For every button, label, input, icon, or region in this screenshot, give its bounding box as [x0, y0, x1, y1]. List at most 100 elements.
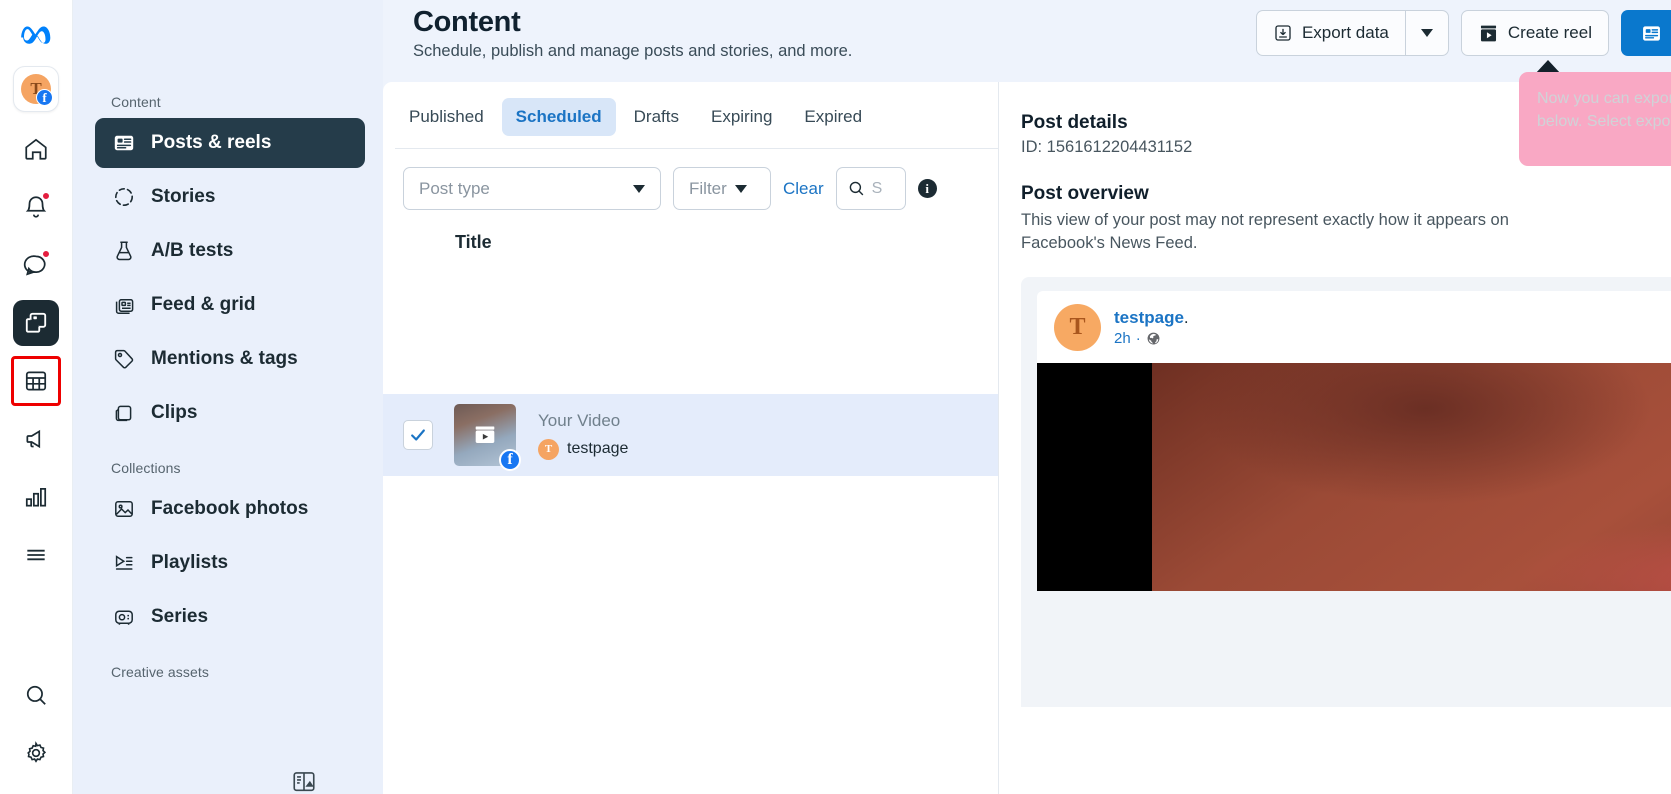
- table-icon: [25, 371, 47, 391]
- tab-scheduled[interactable]: Scheduled: [501, 98, 616, 136]
- table-empty-area: [383, 476, 998, 794]
- sidebar-item-playlists[interactable]: Playlists: [95, 538, 365, 588]
- filter-bar: Post type Filter Clear S i: [383, 149, 998, 210]
- tooltip-text: Now you can export data found in the tab…: [1537, 90, 1671, 130]
- rail-item-search[interactable]: [13, 672, 59, 718]
- post-media[interactable]: [1037, 362, 1671, 591]
- post-author-name[interactable]: testpage.: [1114, 308, 1189, 328]
- tab-bar: Published Scheduled Drafts Expiring Expi…: [383, 82, 998, 136]
- content-sidebar: Content Posts & reels Stories A/B tests …: [73, 0, 383, 794]
- post-author-name-text: testpage: [1114, 307, 1184, 327]
- post-thumbnail[interactable]: f: [454, 404, 521, 471]
- sidebar-section-content: Content: [111, 94, 161, 110]
- clips-icon: [111, 400, 137, 426]
- facebook-badge-icon: f: [499, 449, 521, 471]
- chevron-down-icon: [1420, 29, 1433, 37]
- create-post-icon: [1640, 22, 1663, 45]
- search-value: S: [871, 179, 883, 197]
- rail-item-ads[interactable]: [13, 416, 59, 462]
- tab-published[interactable]: Published: [395, 98, 498, 136]
- reel-icon: [1478, 23, 1499, 44]
- check-icon: [411, 429, 425, 441]
- info-icon[interactable]: i: [917, 179, 937, 198]
- posts-panel: Published Scheduled Drafts Expiring Expi…: [383, 82, 998, 394]
- icon-rail: T f: [0, 0, 73, 794]
- sidebar-item-series[interactable]: Series: [95, 592, 365, 642]
- facebook-post-card: T testpage. 2h ·: [1037, 290, 1671, 591]
- content-band: Published Scheduled Drafts Expiring Expi…: [383, 82, 1671, 794]
- sidebar-item-clips[interactable]: Clips: [95, 388, 365, 438]
- header-actions: Export data Create reel: [1255, 10, 1671, 56]
- sidebar-item-label: Series: [151, 606, 209, 627]
- bar-chart-icon: [25, 498, 32, 507]
- rail-item-home[interactable]: [13, 126, 59, 172]
- feed-grid-icon: [111, 292, 137, 318]
- ab-tests-icon: [111, 238, 137, 264]
- main-region: Content Schedule, publish and manage pos…: [383, 0, 1671, 794]
- globe-icon: [1146, 331, 1161, 346]
- avatar[interactable]: T f: [13, 66, 59, 112]
- rail-item-planner[interactable]: [11, 356, 61, 406]
- gear-icon: [31, 748, 41, 758]
- post-overview-heading: Post overview: [1021, 183, 1149, 204]
- download-icon: [1273, 23, 1293, 43]
- search-icon: [26, 685, 43, 702]
- sidebar-item-stories[interactable]: Stories: [95, 172, 365, 222]
- sidebar-item-label: Mentions & tags: [151, 348, 298, 369]
- sidebar-item-ab-tests[interactable]: A/B tests: [95, 226, 365, 276]
- export-tooltip: Now you can export data found in the tab…: [1519, 72, 1671, 166]
- sidebar-item-feed-grid[interactable]: Feed & grid: [95, 280, 365, 330]
- rail-item-settings[interactable]: [13, 730, 59, 776]
- filter-select[interactable]: Filter: [673, 167, 771, 210]
- meta-logo-icon[interactable]: [13, 10, 59, 56]
- rail-item-notifications[interactable]: [13, 184, 59, 230]
- chevron-down-icon: [633, 184, 645, 193]
- facebook-badge-icon: f: [36, 89, 53, 106]
- chat-bubble-icon: [23, 255, 46, 276]
- sidebar-item-label: Feed & grid: [151, 294, 256, 315]
- series-icon: [111, 604, 137, 630]
- rail-item-insights[interactable]: [13, 474, 59, 520]
- clear-filters-link[interactable]: Clear: [783, 179, 824, 199]
- export-data-group: Export data: [1255, 10, 1449, 56]
- creative-assets-icon[interactable]: [291, 770, 317, 792]
- tab-expiring[interactable]: Expiring: [697, 98, 786, 136]
- photo-icon: [111, 496, 137, 522]
- sidebar-section-creative-assets: Creative assets: [111, 664, 209, 680]
- chevron-down-icon: [734, 184, 747, 193]
- message-dot: [42, 250, 50, 258]
- sidebar-item-facebook-photos[interactable]: Facebook photos: [95, 484, 365, 534]
- post-author-avatar: T: [1054, 303, 1101, 351]
- tab-drafts[interactable]: Drafts: [620, 98, 693, 136]
- post-type-select[interactable]: Post type: [403, 167, 661, 210]
- post-preview-container: T testpage. 2h ·: [1021, 276, 1671, 707]
- app-root: T f Content Posts & reels Stories A/B te…: [0, 0, 1671, 794]
- sidebar-item-posts-reels[interactable]: Posts & reels: [95, 118, 365, 168]
- tab-expired[interactable]: Expired: [790, 98, 876, 136]
- sidebar-item-mentions-tags[interactable]: Mentions & tags: [95, 334, 365, 384]
- export-data-button[interactable]: Export data: [1255, 10, 1405, 56]
- home-icon: [25, 138, 47, 160]
- create-post-button[interactable]: [1621, 10, 1671, 56]
- table-row[interactable]: f Your Video T testpage Boost unavailabl…: [383, 394, 1399, 476]
- notification-dot: [42, 192, 50, 200]
- stories-icon: [111, 184, 137, 210]
- reel-badge-icon: [472, 422, 498, 448]
- row-subtitle: T testpage: [538, 438, 628, 460]
- export-data-label: Export data: [1301, 23, 1389, 42]
- search-icon: [847, 179, 866, 198]
- post-overview-text: This view of your post may not represent…: [1021, 211, 1509, 252]
- rail-item-messages[interactable]: [13, 242, 59, 288]
- create-reel-button[interactable]: Create reel: [1460, 10, 1609, 56]
- search-input[interactable]: S: [835, 167, 906, 210]
- sidebar-item-label: Playlists: [151, 552, 229, 573]
- row-checkbox[interactable]: [403, 420, 433, 450]
- playlist-icon: [111, 550, 137, 576]
- rail-item-all-tools[interactable]: [13, 532, 59, 578]
- rail-item-content[interactable]: [13, 300, 59, 346]
- page-avatar: T: [538, 438, 559, 460]
- filter-label: Filter: [689, 178, 727, 198]
- export-data-dropdown-button[interactable]: [1404, 10, 1449, 56]
- media-letterbox-left: [1037, 362, 1152, 591]
- create-reel-label: Create reel: [1507, 23, 1592, 42]
